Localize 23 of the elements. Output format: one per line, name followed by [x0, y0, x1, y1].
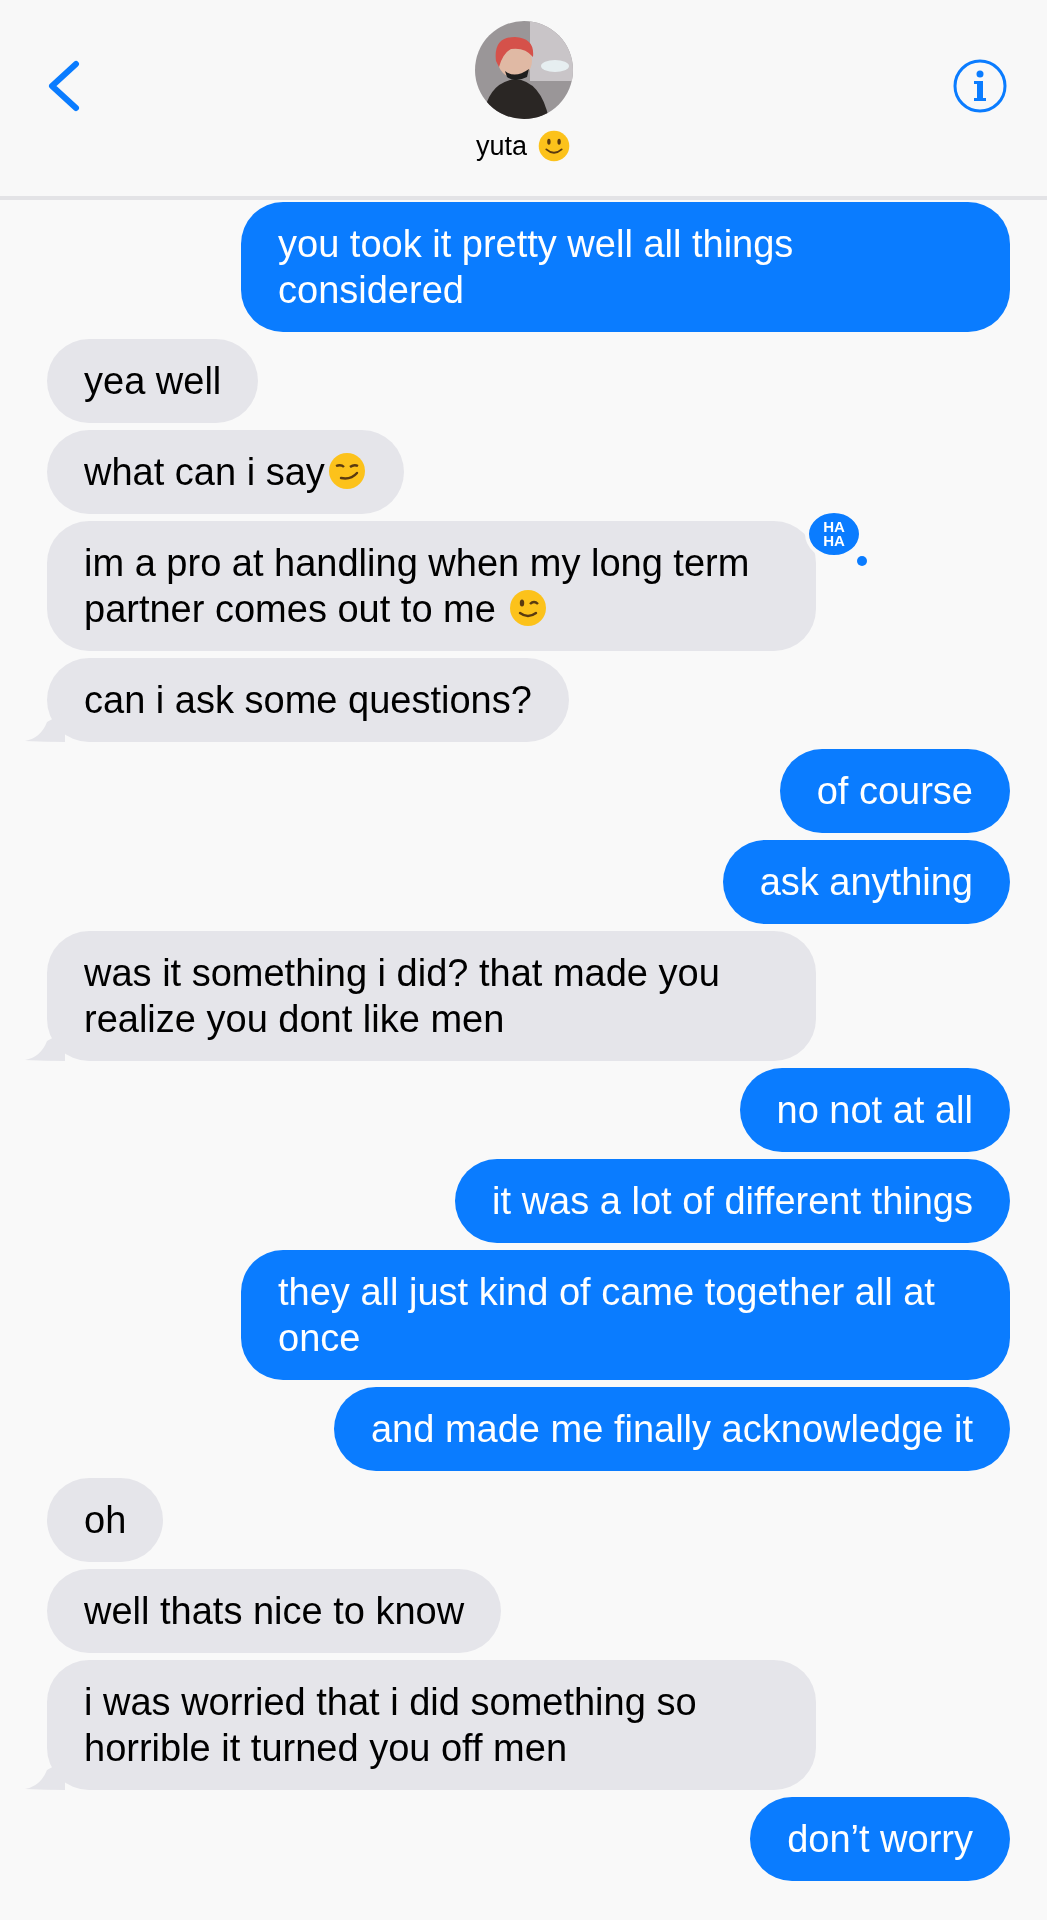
info-icon[interactable] [952, 58, 1008, 114]
message-bubble[interactable]: oh [47, 1478, 164, 1562]
back-chevron-icon[interactable] [46, 60, 82, 112]
contact-name[interactable]: yuta [475, 130, 527, 162]
message-bubble[interactable]: was it something i did? that made you realize you dont like men [47, 931, 816, 1061]
message-bubble[interactable]: ask anything [722, 840, 1010, 924]
message-bubble[interactable]: they all just kind of came together all at once [241, 1250, 1010, 1380]
wink-emoji-icon [508, 588, 549, 628]
reaction-tail-dot [856, 555, 868, 567]
message-bubble[interactable]: you took it pretty well all things considered [241, 202, 1010, 332]
message-bubble[interactable]: of course [779, 749, 1010, 833]
message-bubble[interactable]: no not at all [739, 1068, 1010, 1152]
message-bubble[interactable]: it was a lot of different things [455, 1159, 1010, 1243]
message-bubble[interactable]: can i ask some questions? [47, 658, 569, 742]
smile-emoji-icon [537, 129, 571, 163]
message-bubble[interactable]: well thats nice to know [47, 1569, 502, 1653]
message-bubble[interactable]: don’t worry [750, 1797, 1010, 1881]
message-bubble[interactable]: i was worried that i did something so horrible it turned you off men [47, 1660, 816, 1790]
message-bubble[interactable]: what can i say [47, 430, 404, 514]
message-bubble[interactable]: yea well [47, 339, 259, 423]
message-bubble[interactable]: im a pro at handling when my long term partner comes out to me [47, 521, 816, 651]
message-bubble[interactable]: and made me finally acknowledge it [334, 1387, 1010, 1471]
smirk-emoji-icon [326, 451, 367, 491]
